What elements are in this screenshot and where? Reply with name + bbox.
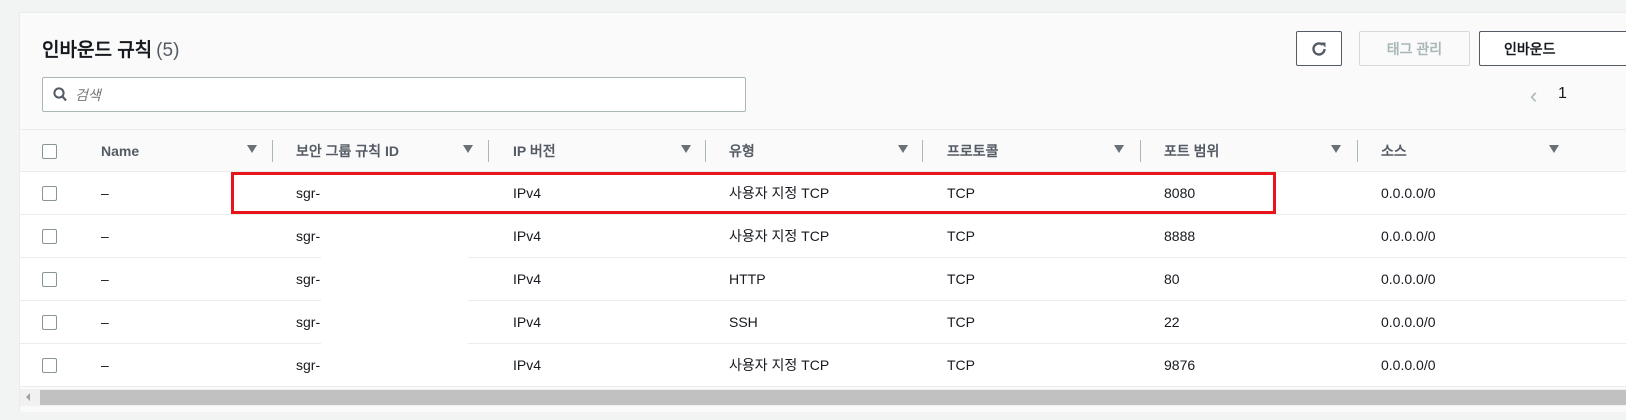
edit-inbound-rules-button[interactable]: 인바운드 [1479, 31, 1626, 66]
column-header-port[interactable]: 포트 범위 [1164, 130, 1219, 171]
previous-page-icon[interactable]: ‹ [1530, 83, 1537, 108]
select-all-checkbox[interactable] [42, 144, 57, 159]
page-number[interactable]: 1 [1558, 85, 1567, 103]
cell-name: – [101, 185, 109, 201]
column-divider[interactable] [705, 140, 706, 162]
search-field[interactable] [42, 77, 746, 112]
column-divider[interactable] [272, 140, 273, 162]
sort-icon[interactable] [1549, 145, 1559, 153]
cell-id: sgr- [296, 271, 321, 287]
sort-icon[interactable] [247, 145, 257, 153]
row-checkbox[interactable] [42, 358, 57, 373]
cell-source: 0.0.0.0/0 [1381, 357, 1436, 373]
cell-port: 9876 [1164, 357, 1196, 373]
title-text: 인바운드 규칙 [42, 40, 153, 61]
cell-ip: IPv4 [513, 228, 542, 244]
horizontal-scrollbar[interactable] [20, 389, 1626, 406]
column-divider[interactable] [1140, 140, 1141, 162]
panel-title: 인바운드 규칙 (5) [42, 35, 179, 62]
table-row[interactable]: – sgr- IPv4 HTTP TCP 80 0.0.0.0/0 [20, 258, 1626, 301]
rule-count: (5) [156, 40, 180, 61]
sort-icon[interactable] [898, 145, 908, 153]
cell-type: 사용자 지정 TCP [729, 357, 830, 373]
sort-icon[interactable] [681, 145, 691, 153]
cell-protocol: TCP [947, 314, 975, 330]
column-header-source[interactable]: 소스 [1381, 130, 1407, 171]
column-header-id[interactable]: 보안 그룹 규칙 ID [296, 130, 399, 171]
cell-name: – [101, 314, 109, 330]
pagination: ‹ 1 [1530, 83, 1567, 109]
redacted-area [321, 257, 468, 344]
scroll-left-icon[interactable] [26, 393, 30, 401]
row-checkbox[interactable] [42, 229, 57, 244]
sort-icon[interactable] [463, 145, 473, 153]
cell-port: 8888 [1164, 228, 1196, 244]
cell-ip: IPv4 [513, 357, 542, 373]
cell-protocol: TCP [947, 228, 975, 244]
inbound-rules-panel: 인바운드 규칙(5) 태그 관리 인바운드 ‹ 1 Name 보안 그룹 규칙 I… [19, 12, 1626, 412]
row-checkbox[interactable] [42, 186, 57, 201]
table-row[interactable]: – sgr- IPv4 사용자 지정 TCP TCP 8888 0.0.0.0/0 [20, 215, 1626, 258]
highlight-box [231, 172, 1276, 214]
refresh-button[interactable] [1296, 31, 1342, 66]
row-checkbox[interactable] [42, 272, 57, 287]
column-divider[interactable] [1357, 140, 1358, 162]
cell-name: – [101, 271, 109, 287]
cell-source: 0.0.0.0/0 [1381, 271, 1436, 287]
column-header-protocol[interactable]: 프로토콜 [947, 130, 999, 171]
sort-icon[interactable] [1114, 145, 1124, 153]
cell-source: 0.0.0.0/0 [1381, 185, 1436, 201]
search-icon [53, 87, 67, 102]
scrollbar-thumb[interactable] [40, 390, 1626, 405]
cell-id: sgr- [296, 314, 321, 330]
column-header-type[interactable]: 유형 [729, 130, 755, 171]
cell-name: – [101, 228, 109, 244]
cell-ip: IPv4 [513, 271, 542, 287]
table-row[interactable]: – sgr- IPv4 사용자 지정 TCP TCP 9876 0.0.0.0/0 [20, 344, 1626, 387]
column-header-ip[interactable]: IP 버전 [513, 130, 556, 171]
search-input[interactable] [75, 86, 675, 103]
sort-icon[interactable] [1331, 145, 1341, 153]
cell-id: sgr- [296, 228, 321, 244]
cell-id: sgr- [296, 357, 321, 373]
cell-type: HTTP [729, 271, 766, 287]
column-header-name[interactable]: Name [101, 130, 139, 171]
cell-protocol: TCP [947, 357, 975, 373]
refresh-icon [1312, 41, 1326, 56]
column-divider[interactable] [922, 140, 923, 162]
cell-protocol: TCP [947, 271, 975, 287]
table-header: Name 보안 그룹 규칙 ID IP 버전 유형 프로토콜 포트 범위 소스 [20, 129, 1626, 172]
cell-source: 0.0.0.0/0 [1381, 314, 1436, 330]
row-checkbox[interactable] [42, 315, 57, 330]
cell-type: SSH [729, 314, 758, 330]
cell-ip: IPv4 [513, 314, 542, 330]
cell-port: 80 [1164, 271, 1180, 287]
manage-tags-button[interactable]: 태그 관리 [1359, 31, 1470, 66]
cell-port: 22 [1164, 314, 1180, 330]
cell-type: 사용자 지정 TCP [729, 228, 830, 244]
column-divider[interactable] [488, 140, 489, 162]
cell-source: 0.0.0.0/0 [1381, 228, 1436, 244]
cell-name: – [101, 357, 109, 373]
table-row[interactable]: – sgr- IPv4 SSH TCP 22 0.0.0.0/0 [20, 301, 1626, 344]
